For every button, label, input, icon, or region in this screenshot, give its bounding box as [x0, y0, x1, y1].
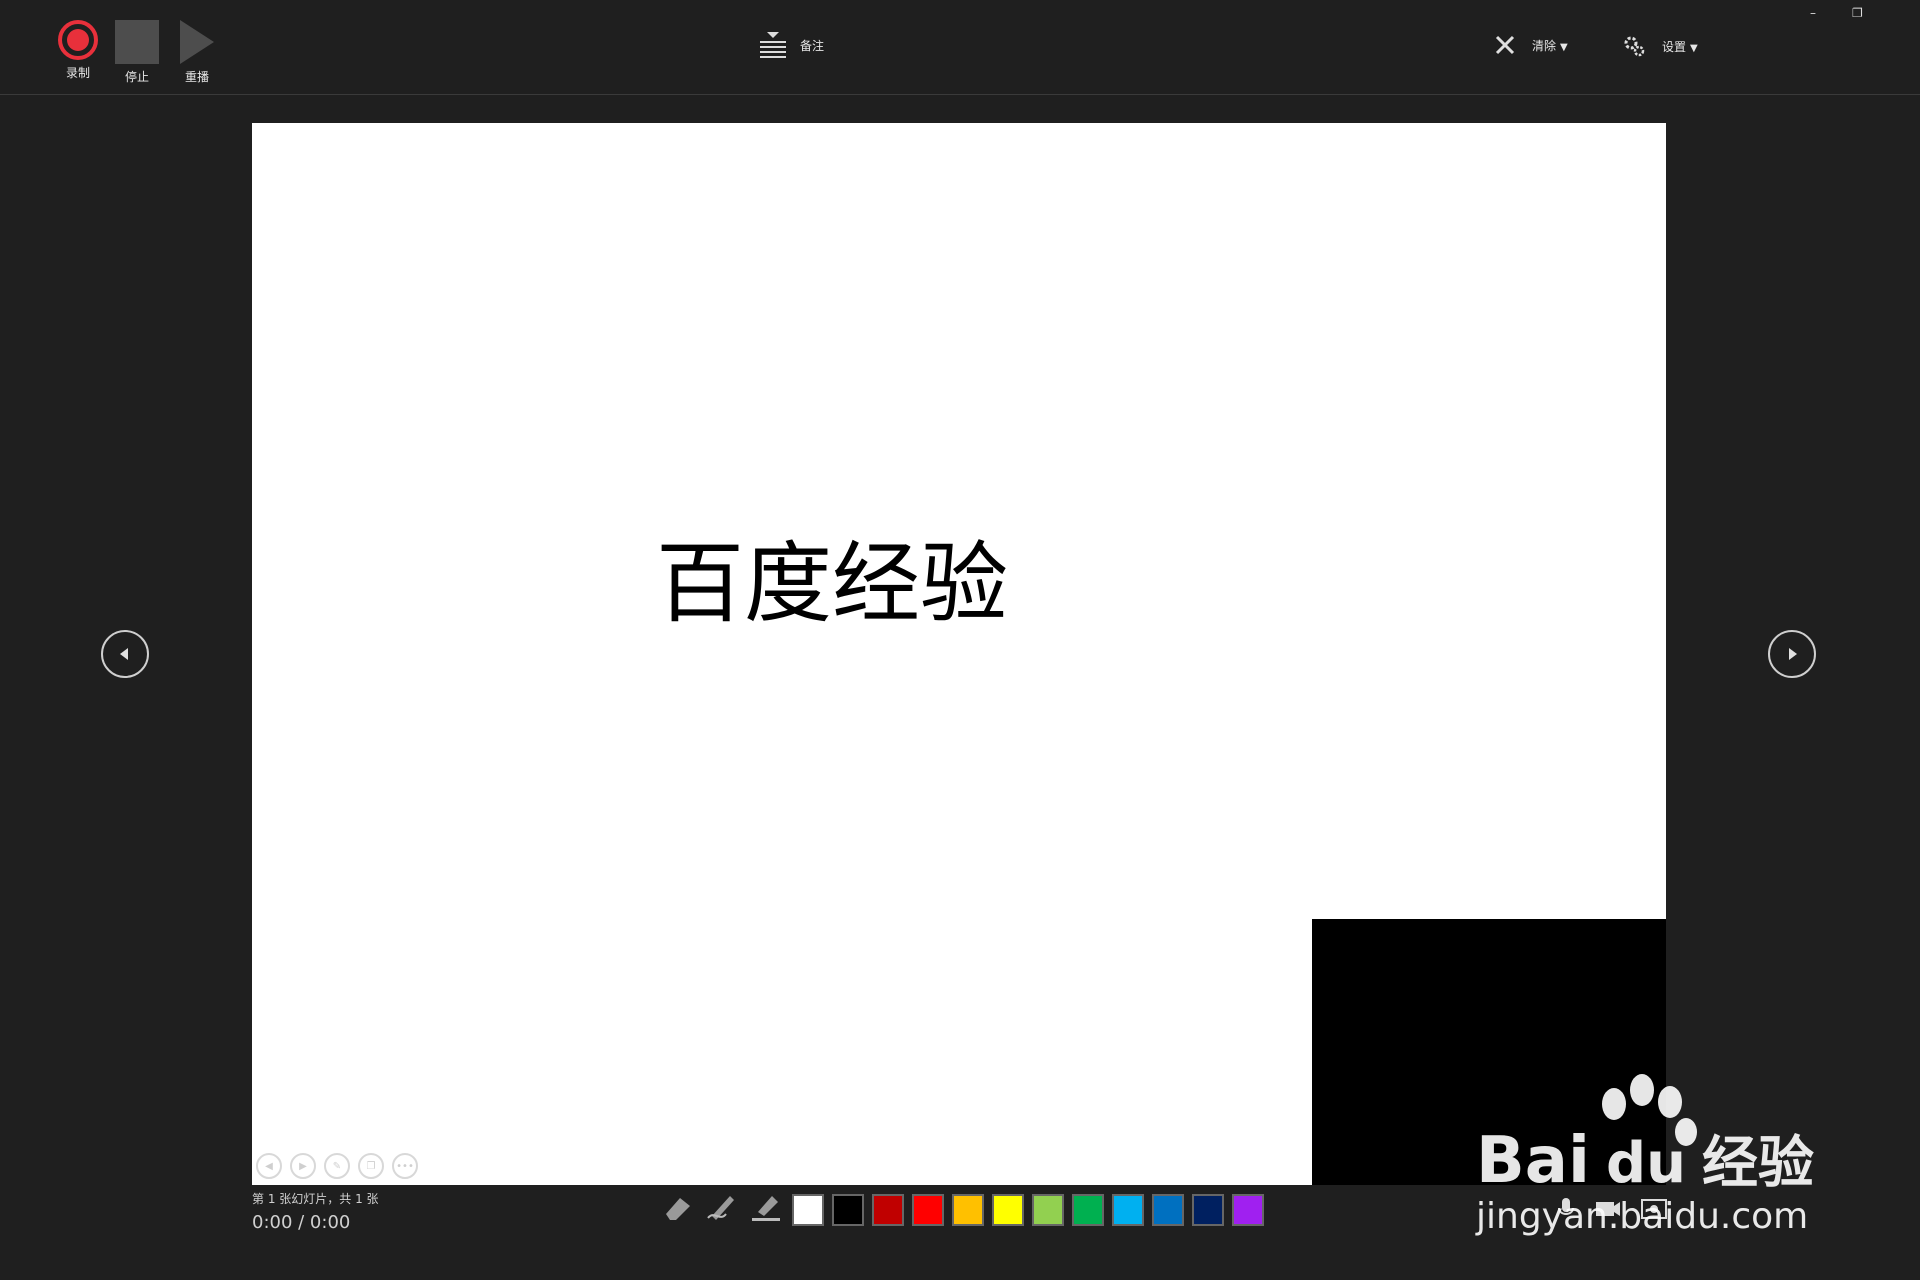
slide-title: 百度经验 — [655, 532, 1008, 635]
color-palette — [792, 1194, 1264, 1226]
color-swatch-yellow[interactable] — [992, 1194, 1024, 1226]
slide-counter: 第 1 张幻灯片，共 1 张 — [252, 1192, 379, 1206]
color-swatch-blue[interactable] — [1152, 1194, 1184, 1226]
close-icon — [1495, 35, 1515, 55]
color-swatch-light-green[interactable] — [1032, 1194, 1064, 1226]
chevron-left-icon — [120, 648, 128, 660]
highlighter-icon[interactable] — [750, 1192, 782, 1222]
previous-slide-button[interactable] — [101, 630, 149, 678]
color-swatch-black[interactable] — [832, 1194, 864, 1226]
settings-label: 设置 — [1662, 39, 1687, 54]
more-icon[interactable]: ••• — [392, 1153, 418, 1179]
forward-icon[interactable]: ▶ — [290, 1153, 316, 1179]
settings-button[interactable]: 设置 ▼ — [1622, 34, 1698, 58]
chevron-down-icon: ▼ — [1560, 41, 1568, 53]
baidu-watermark: Bai du 经验 jingyan.baidu.com — [1474, 1070, 1834, 1240]
replay-button[interactable]: 重播 — [174, 20, 220, 85]
chevron-down-icon: ▼ — [1690, 42, 1698, 54]
notes-button[interactable]: 备注 — [758, 30, 824, 60]
notes-label: 备注 — [800, 38, 825, 53]
next-slide-button[interactable] — [1768, 630, 1816, 678]
pen-icon[interactable]: ✎ — [324, 1153, 350, 1179]
eraser-icon[interactable] — [662, 1192, 694, 1222]
color-swatch-light-blue[interactable] — [1112, 1194, 1144, 1226]
recording-toolbar: 录制 停止 重播 备注 清除 ▼ 设置 ▼ – ❐ — [0, 0, 1920, 95]
restore-button[interactable]: ❐ — [1852, 6, 1863, 20]
record-icon — [58, 20, 98, 60]
clear-button[interactable]: 清除 ▼ — [1494, 34, 1568, 56]
watermark-brand-du: du — [1606, 1131, 1686, 1196]
baidu-paw-logo: Bai du 经验 jingyan.baidu.com — [1475, 1074, 1814, 1237]
watermark-url: jingyan.baidu.com — [1475, 1196, 1808, 1237]
color-swatch-orange[interactable] — [952, 1194, 984, 1226]
replay-label: 重播 — [184, 70, 209, 84]
slide-controls: ◀ ▶ ✎ ❐ ••• — [256, 1153, 418, 1179]
gear-icon — [1624, 36, 1645, 57]
color-swatch-dark-red[interactable] — [872, 1194, 904, 1226]
color-swatch-dark-blue[interactable] — [1192, 1194, 1224, 1226]
record-button[interactable]: 录制 — [54, 20, 102, 81]
color-swatch-white[interactable] — [792, 1194, 824, 1226]
pen-icon[interactable] — [706, 1192, 738, 1222]
minimize-button[interactable]: – — [1810, 6, 1816, 20]
color-swatch-purple[interactable] — [1232, 1194, 1264, 1226]
stop-label: 停止 — [124, 70, 149, 84]
play-icon — [180, 20, 214, 64]
color-swatch-green[interactable] — [1072, 1194, 1104, 1226]
stop-button[interactable]: 停止 — [114, 20, 160, 85]
slides-icon[interactable]: ❐ — [358, 1153, 384, 1179]
chevron-right-icon — [1789, 648, 1797, 660]
stop-icon — [115, 20, 159, 64]
watermark-brand-jingyan: 经验 — [1702, 1131, 1814, 1196]
ink-tools — [662, 1192, 782, 1222]
notes-icon — [760, 32, 786, 58]
recording-timer: 0:00 / 0:00 — [252, 1212, 351, 1233]
slide-canvas[interactable]: 百度经验 ◀ ▶ ✎ ❐ ••• — [252, 123, 1666, 1185]
clear-label: 清除 — [1532, 38, 1557, 53]
back-icon[interactable]: ◀ — [256, 1153, 282, 1179]
record-label: 录制 — [65, 66, 90, 80]
watermark-brand: Bai — [1476, 1124, 1590, 1198]
color-swatch-red[interactable] — [912, 1194, 944, 1226]
